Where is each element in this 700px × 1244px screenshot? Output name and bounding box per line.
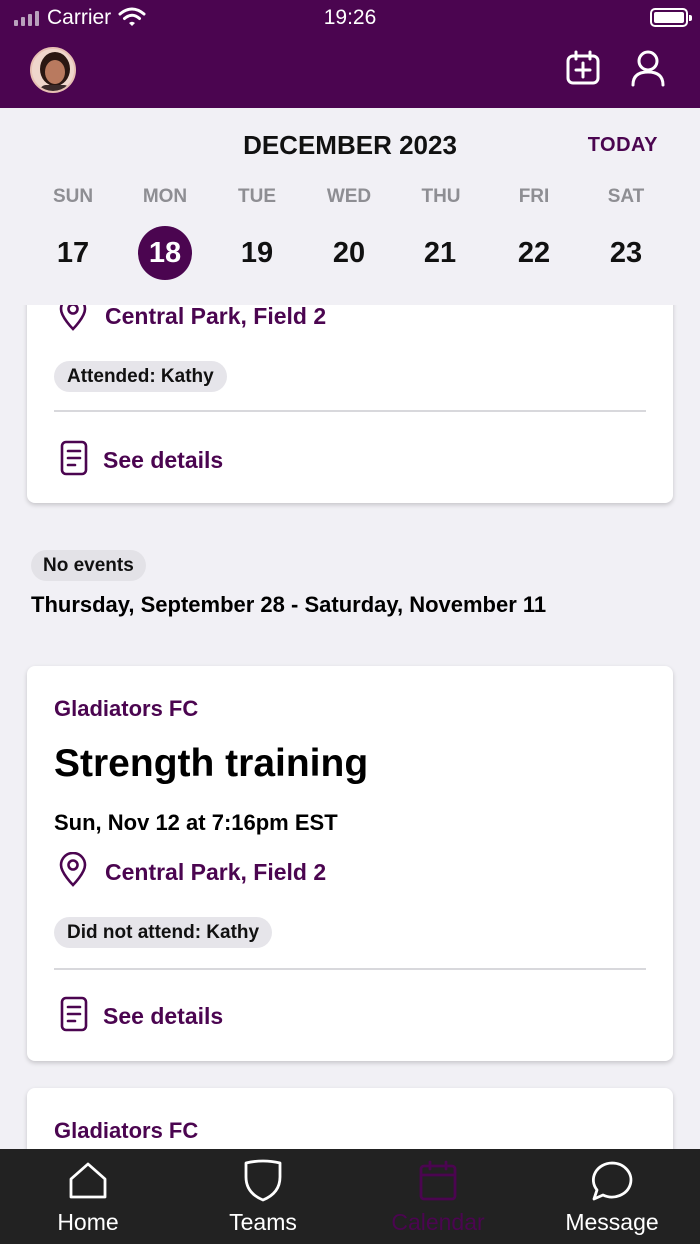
calendar-icon bbox=[418, 1159, 458, 1203]
weekday-label: THU bbox=[421, 186, 461, 207]
no-events-badge: No events bbox=[31, 550, 146, 581]
gap-date-range: Thursday, September 28 - Saturday, Novem… bbox=[31, 592, 547, 617]
bottom-tab-bar: Home Teams Calendar Message bbox=[0, 1149, 700, 1244]
attendance-badge: Attended: Kathy bbox=[54, 361, 227, 392]
see-details-button[interactable]: See details bbox=[59, 440, 223, 481]
date-cell[interactable]: 22 bbox=[507, 226, 561, 280]
tab-label: Calendar bbox=[391, 1209, 485, 1235]
weekday-label: TUE bbox=[238, 186, 276, 207]
profile-button[interactable] bbox=[628, 50, 668, 90]
week-calendar: DECEMBER 2023 TODAY SUN MON TUE WED THU … bbox=[0, 108, 700, 305]
event-card[interactable]: Central Park, Field 2 Attended: Kathy Se… bbox=[27, 280, 673, 503]
map-pin-icon bbox=[57, 851, 89, 893]
date-cell[interactable]: 21 bbox=[413, 226, 467, 280]
weekday-label: SAT bbox=[607, 186, 645, 207]
document-icon bbox=[59, 440, 89, 481]
event-card[interactable]: Gladiators FC Strength training Sun, Nov… bbox=[27, 666, 673, 1061]
event-team: Gladiators FC bbox=[54, 1118, 199, 1143]
document-icon bbox=[59, 996, 89, 1037]
location-label: Central Park, Field 2 bbox=[105, 859, 327, 885]
date-cell[interactable]: 23 bbox=[599, 226, 653, 280]
divider bbox=[54, 410, 646, 412]
tab-home[interactable]: Home bbox=[18, 1149, 158, 1244]
home-icon bbox=[67, 1159, 109, 1203]
date-cell[interactable]: 17 bbox=[46, 226, 100, 280]
status-bar: Carrier 19:26 bbox=[0, 0, 700, 36]
app-header: Carrier 19:26 bbox=[0, 0, 700, 108]
tab-teams[interactable]: Teams bbox=[193, 1149, 333, 1244]
tab-label: Teams bbox=[229, 1209, 297, 1235]
calendar-plus-icon bbox=[565, 50, 601, 91]
date-cell[interactable]: 20 bbox=[322, 226, 376, 280]
battery-icon bbox=[650, 8, 692, 27]
event-team: Gladiators FC bbox=[54, 696, 199, 721]
see-details-label: See details bbox=[103, 1003, 224, 1029]
tab-message[interactable]: Message bbox=[542, 1149, 682, 1244]
see-details-button[interactable]: See details bbox=[59, 996, 223, 1037]
tab-calendar[interactable]: Calendar bbox=[368, 1149, 508, 1244]
date-cell-selected[interactable]: 18 bbox=[138, 226, 192, 280]
divider bbox=[54, 968, 646, 970]
tab-label: Home bbox=[57, 1209, 119, 1235]
weekday-label: FRI bbox=[518, 186, 550, 207]
add-event-button[interactable] bbox=[563, 50, 603, 90]
status-time: 19:26 bbox=[323, 6, 377, 29]
attendance-badge: Did not attend: Kathy bbox=[54, 917, 273, 948]
tab-label: Message bbox=[565, 1209, 659, 1235]
event-title: Strength training bbox=[54, 742, 369, 785]
event-datetime: Sun, Nov 12 at 7:16pm EST bbox=[54, 810, 338, 835]
date-cell[interactable]: 19 bbox=[230, 226, 284, 280]
weekday-label: MON bbox=[142, 186, 188, 207]
event-location[interactable]: Central Park, Field 2 bbox=[57, 851, 327, 893]
weekday-label: WED bbox=[326, 186, 372, 207]
weekday-label: SUN bbox=[52, 186, 94, 207]
see-details-label: See details bbox=[103, 447, 224, 473]
shield-icon bbox=[243, 1159, 283, 1203]
location-label: Central Park, Field 2 bbox=[105, 303, 327, 329]
user-avatar[interactable] bbox=[30, 47, 76, 93]
person-icon bbox=[630, 49, 666, 92]
today-button[interactable]: TODAY bbox=[588, 134, 658, 157]
chat-bubble-icon bbox=[590, 1159, 634, 1203]
